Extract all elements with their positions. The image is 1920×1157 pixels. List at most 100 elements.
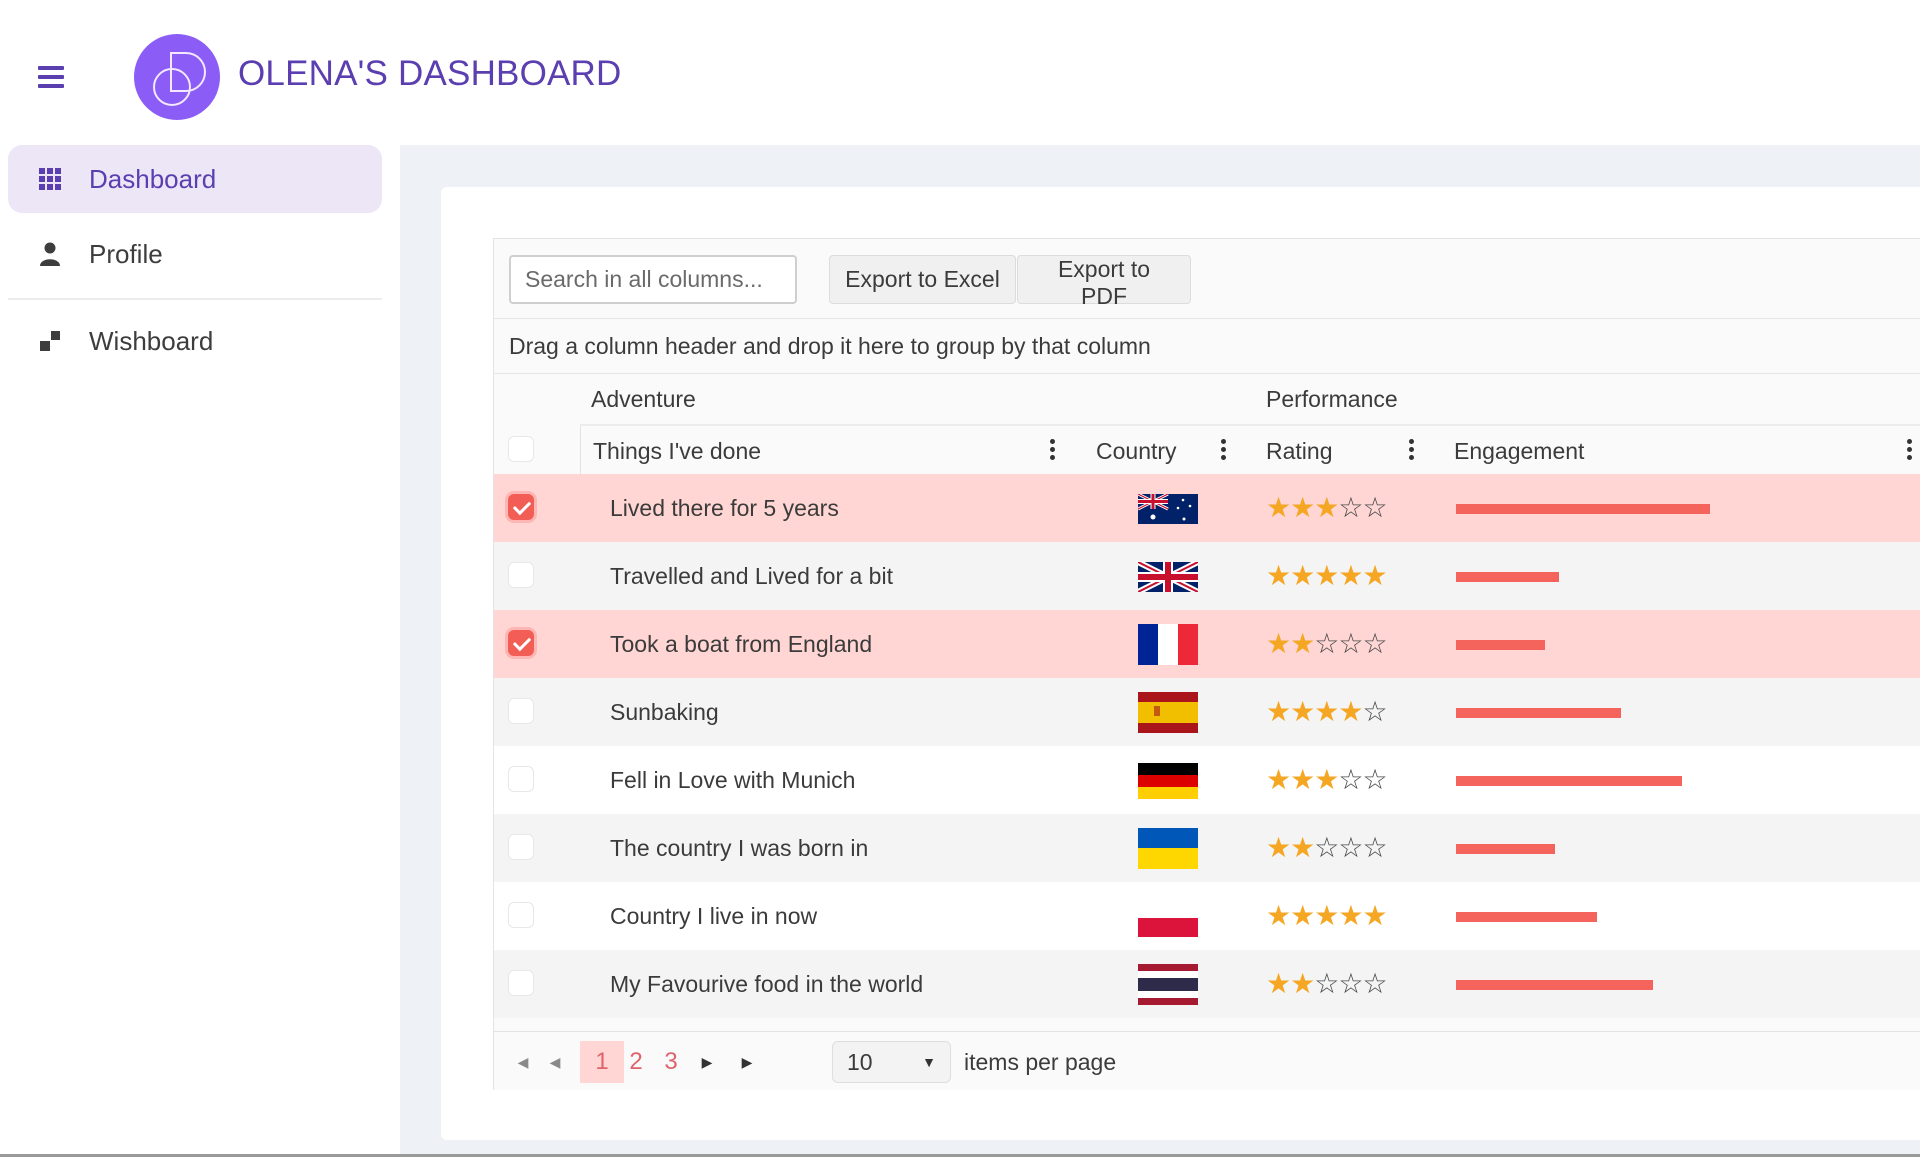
- star-empty-icon[interactable]: ☆: [1314, 628, 1339, 659]
- flag-gb-icon: [1138, 562, 1198, 592]
- rating-stars[interactable]: ★★☆☆☆: [1266, 968, 1388, 1000]
- star-filled-icon[interactable]: ★: [1290, 560, 1315, 591]
- row-checkbox[interactable]: [508, 766, 534, 792]
- table-row[interactable]: The country I was born in ★★☆☆☆: [494, 814, 1920, 882]
- cell-things: My Favourive food in the world: [610, 971, 924, 997]
- table-row[interactable]: Took a boat from England ★★☆☆☆: [494, 610, 1920, 678]
- prev-page-icon[interactable]: ◀︎: [542, 1041, 568, 1083]
- engagement-bar: [1456, 844, 1555, 854]
- rating-stars[interactable]: ★★★★☆: [1266, 696, 1388, 728]
- star-empty-icon[interactable]: ☆: [1314, 968, 1339, 999]
- page-size-dropdown[interactable]: 10 ▼︎: [832, 1041, 951, 1083]
- sidebar-item-label: Wishboard: [89, 325, 214, 356]
- star-empty-icon[interactable]: ☆: [1338, 764, 1363, 795]
- sidebar-item-profile[interactable]: Profile: [8, 220, 382, 288]
- star-empty-icon[interactable]: ☆: [1338, 968, 1363, 999]
- row-checkbox[interactable]: [508, 834, 534, 860]
- star-filled-icon[interactable]: ★: [1266, 968, 1291, 999]
- star-empty-icon[interactable]: ☆: [1338, 492, 1363, 523]
- page-3-button[interactable]: 3: [649, 1041, 693, 1083]
- star-filled-icon[interactable]: ★: [1314, 560, 1339, 591]
- cell-things: Lived there for 5 years: [610, 495, 839, 521]
- table-row[interactable]: My Favourive food in the world ★★☆☆☆: [494, 950, 1920, 1018]
- star-filled-icon[interactable]: ★: [1362, 900, 1387, 931]
- star-filled-icon[interactable]: ★: [1290, 492, 1315, 523]
- star-filled-icon[interactable]: ★: [1338, 560, 1363, 591]
- star-filled-icon[interactable]: ★: [1266, 900, 1291, 931]
- table-row[interactable]: Sunbaking ★★★★☆: [494, 678, 1920, 746]
- column-menu-country-icon[interactable]: [1218, 439, 1228, 463]
- star-filled-icon[interactable]: ★: [1362, 560, 1387, 591]
- column-group-performance: Performance: [1266, 386, 1398, 412]
- star-empty-icon[interactable]: ☆: [1314, 832, 1339, 863]
- column-menu-rating-icon[interactable]: [1406, 439, 1416, 463]
- star-filled-icon[interactable]: ★: [1314, 900, 1339, 931]
- table-row[interactable]: Fell in Love with Munich ★★★☆☆: [494, 746, 1920, 814]
- row-checkbox[interactable]: [508, 562, 534, 588]
- column-menu-things-icon[interactable]: [1047, 439, 1057, 463]
- rating-stars[interactable]: ★★☆☆☆: [1266, 832, 1388, 864]
- rating-stars[interactable]: ★★☆☆☆: [1266, 628, 1388, 660]
- row-checkbox[interactable]: [508, 494, 534, 520]
- select-all-checkbox[interactable]: [508, 436, 534, 462]
- row-checkbox[interactable]: [508, 970, 534, 996]
- star-filled-icon[interactable]: ★: [1266, 628, 1291, 659]
- column-header-things[interactable]: Things I've done: [593, 426, 761, 476]
- flag-de-icon: [1138, 763, 1198, 799]
- star-empty-icon[interactable]: ☆: [1362, 764, 1387, 795]
- rating-stars[interactable]: ★★★★★: [1266, 560, 1388, 592]
- star-empty-icon[interactable]: ☆: [1338, 628, 1363, 659]
- row-checkbox[interactable]: [508, 698, 534, 724]
- star-empty-icon[interactable]: ☆: [1362, 968, 1387, 999]
- table-row[interactable]: Travelled and Lived for a bit ★★★★★: [494, 542, 1920, 610]
- flag-fr-icon: [1138, 624, 1198, 665]
- star-filled-icon[interactable]: ★: [1290, 696, 1315, 727]
- rating-stars[interactable]: ★★★☆☆: [1266, 492, 1388, 524]
- sidebar-item-dashboard[interactable]: Dashboard: [8, 145, 382, 213]
- star-empty-icon[interactable]: ☆: [1362, 492, 1387, 523]
- star-filled-icon[interactable]: ★: [1290, 628, 1315, 659]
- star-filled-icon[interactable]: ★: [1314, 764, 1339, 795]
- app-title: OLENA'S DASHBOARD: [238, 54, 622, 93]
- sidebar-item-wishboard[interactable]: Wishboard: [8, 307, 382, 375]
- last-page-icon[interactable]: ▶︎: [734, 1041, 760, 1083]
- cell-things: Sunbaking: [610, 699, 719, 725]
- engagement-bar: [1456, 504, 1710, 514]
- star-filled-icon[interactable]: ★: [1338, 900, 1363, 931]
- star-empty-icon[interactable]: ☆: [1338, 832, 1363, 863]
- star-empty-icon[interactable]: ☆: [1362, 696, 1387, 727]
- first-page-icon[interactable]: ◀︎: [510, 1041, 536, 1083]
- star-filled-icon[interactable]: ★: [1266, 492, 1291, 523]
- row-checkbox[interactable]: [508, 630, 534, 656]
- table-row[interactable]: Lived there for 5 years ★★★☆☆: [494, 474, 1920, 542]
- rating-stars[interactable]: ★★★☆☆: [1266, 764, 1388, 796]
- search-input[interactable]: [509, 255, 797, 304]
- next-page-icon[interactable]: ▶︎: [694, 1041, 720, 1083]
- table-row[interactable]: Country I live in now ★★★★★: [494, 882, 1920, 950]
- row-checkbox[interactable]: [508, 902, 534, 928]
- chevron-down-icon: ▼︎: [922, 1054, 936, 1070]
- star-filled-icon[interactable]: ★: [1290, 832, 1315, 863]
- export-excel-button[interactable]: Export to Excel: [829, 255, 1016, 304]
- column-header-country[interactable]: Country: [1096, 426, 1177, 476]
- star-filled-icon[interactable]: ★: [1266, 696, 1291, 727]
- column-header-rating[interactable]: Rating: [1266, 426, 1332, 476]
- star-filled-icon[interactable]: ★: [1290, 764, 1315, 795]
- group-drop-panel[interactable]: Drag a column header and drop it here to…: [494, 319, 1920, 374]
- star-filled-icon[interactable]: ★: [1338, 696, 1363, 727]
- star-filled-icon[interactable]: ★: [1314, 696, 1339, 727]
- column-header-engagement[interactable]: Engagement: [1454, 426, 1584, 476]
- star-empty-icon[interactable]: ☆: [1362, 832, 1387, 863]
- star-filled-icon[interactable]: ★: [1266, 832, 1291, 863]
- star-empty-icon[interactable]: ☆: [1362, 628, 1387, 659]
- star-filled-icon[interactable]: ★: [1266, 764, 1291, 795]
- export-pdf-button[interactable]: Export to PDF: [1017, 255, 1191, 309]
- star-filled-icon[interactable]: ★: [1290, 968, 1315, 999]
- column-menu-engagement-icon[interactable]: [1904, 439, 1914, 463]
- hamburger-menu-icon[interactable]: [38, 66, 64, 88]
- rating-stars[interactable]: ★★★★★: [1266, 900, 1388, 932]
- star-filled-icon[interactable]: ★: [1266, 560, 1291, 591]
- engagement-bar: [1456, 980, 1653, 990]
- star-filled-icon[interactable]: ★: [1290, 900, 1315, 931]
- star-filled-icon[interactable]: ★: [1314, 492, 1339, 523]
